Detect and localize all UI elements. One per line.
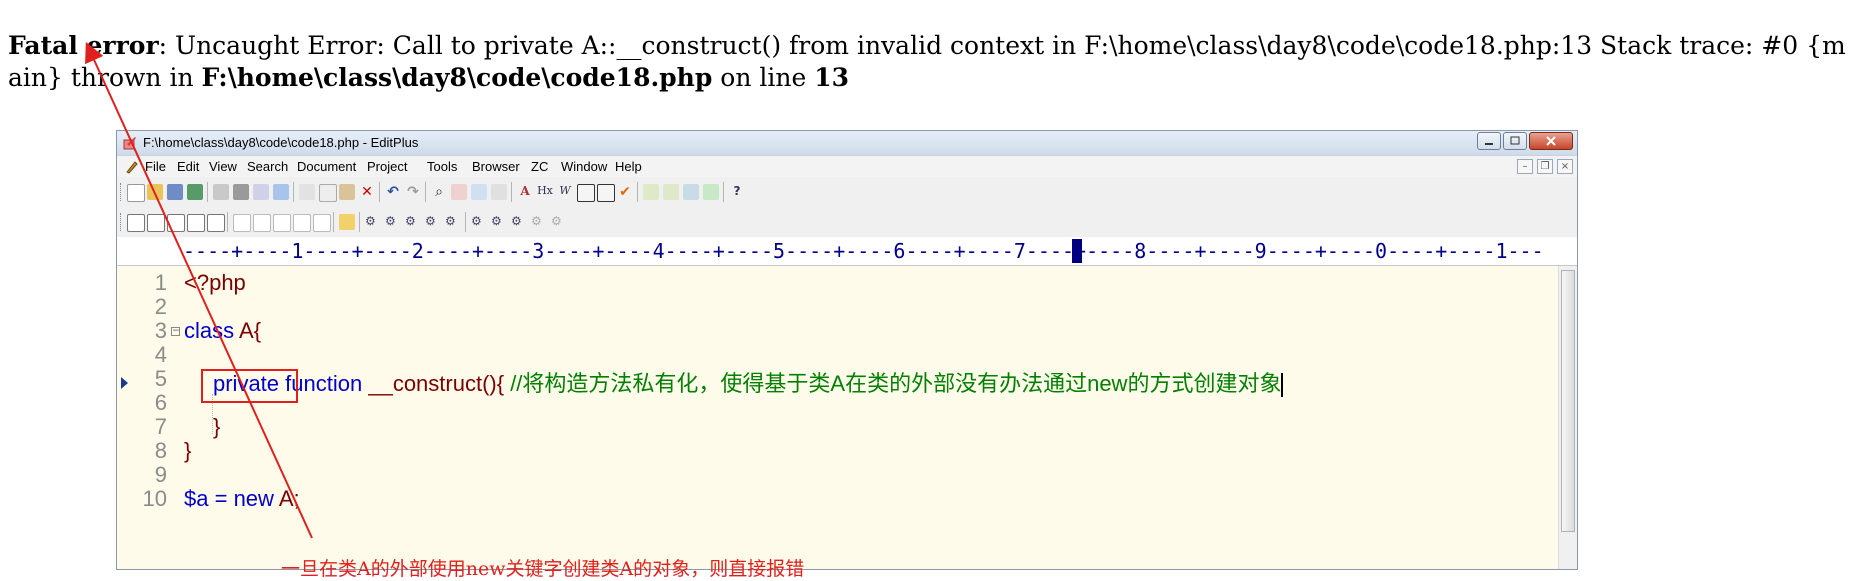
annotation-arrow: [85, 41, 313, 539]
arrow-to-note: [85, 41, 313, 539]
annotation-note: 一旦在类A的外部使用new关键字创建类A的对象，则直接报错: [281, 558, 805, 580]
